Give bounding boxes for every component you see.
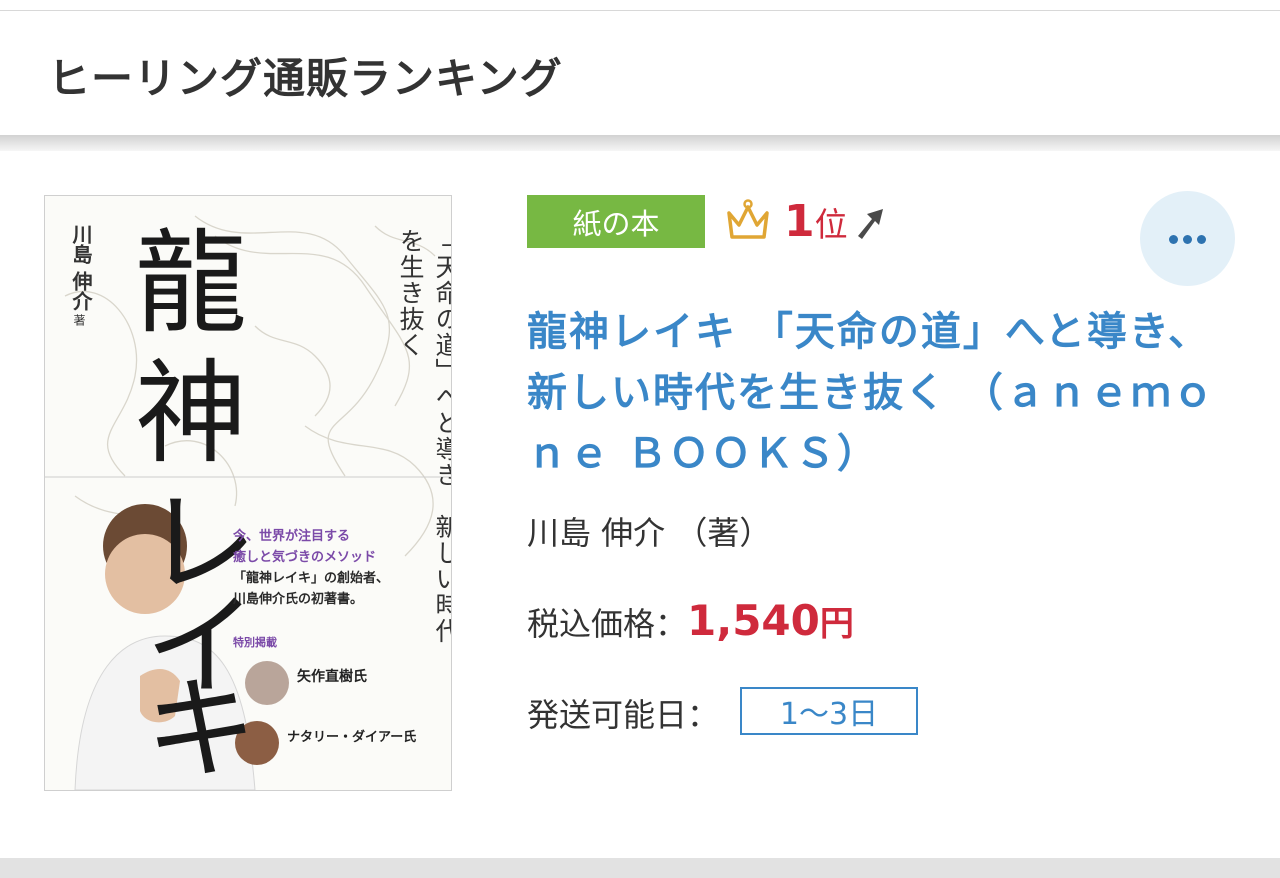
- bottom-divider: [0, 858, 1280, 878]
- cover-subtitle: 「天命の道」へと導き、新しい時代を生き抜く: [396, 228, 452, 644]
- price-unit: 円: [819, 604, 854, 644]
- more-button[interactable]: [1140, 191, 1235, 286]
- product-title-link[interactable]: 龍神レイキ 「天命の道」へと導き、新しい時代を生き抜く （ａｎｅｍｏｎｅ ＢＯＯ…: [527, 302, 1227, 485]
- cover-title-char-2: 神: [135, 349, 247, 479]
- header-shadow: [0, 135, 1280, 151]
- page-header: ヒーリング通販ランキング: [0, 11, 1280, 135]
- book-cover-image[interactable]: 龍 神 レ イ キ 「天命の道」へと導き、新しい時代を生き抜く 川島 伸介 著 …: [44, 195, 452, 791]
- cover-title-char-5: キ: [145, 665, 257, 791]
- cover-special-label: 特別掲載: [233, 636, 277, 649]
- cover-blurb: 今、世界が注目する 癒しと気づきのメソッド 「龍神レイキ」の創始者、 川島伸介氏…: [233, 529, 390, 607]
- more-icon-dot-3: [1197, 235, 1206, 244]
- arrow-up-icon: [858, 209, 883, 239]
- author-link[interactable]: 川島 伸介 （著）: [527, 508, 771, 554]
- ship-value-box: 1〜3日: [740, 687, 918, 735]
- rank-number: 1: [784, 196, 815, 247]
- rank-unit: 位: [814, 205, 848, 244]
- more-icon-dot-1: [1169, 235, 1178, 244]
- cover-title-char-1: 龍: [135, 219, 247, 349]
- crown-icon: [727, 199, 769, 239]
- rank-display: 1位: [784, 196, 848, 251]
- ship-label: 発送可能日：: [527, 696, 720, 734]
- price-value: 1,540: [687, 596, 820, 645]
- cover-guest-2: ナタリー・ダイアー氏: [287, 730, 417, 745]
- price-label: 税込価格：: [527, 605, 688, 643]
- format-badge: 紙の本: [527, 195, 705, 248]
- cover-author-suffix: 著: [72, 314, 86, 326]
- price-row: 税込価格：1,540円: [527, 596, 854, 645]
- cover-author: 川島 伸介: [69, 224, 93, 311]
- page-title: ヒーリング通販ランキング: [48, 54, 563, 103]
- more-icon-dot-2: [1183, 235, 1192, 244]
- cover-guest-1: 矢作直樹氏: [297, 669, 367, 685]
